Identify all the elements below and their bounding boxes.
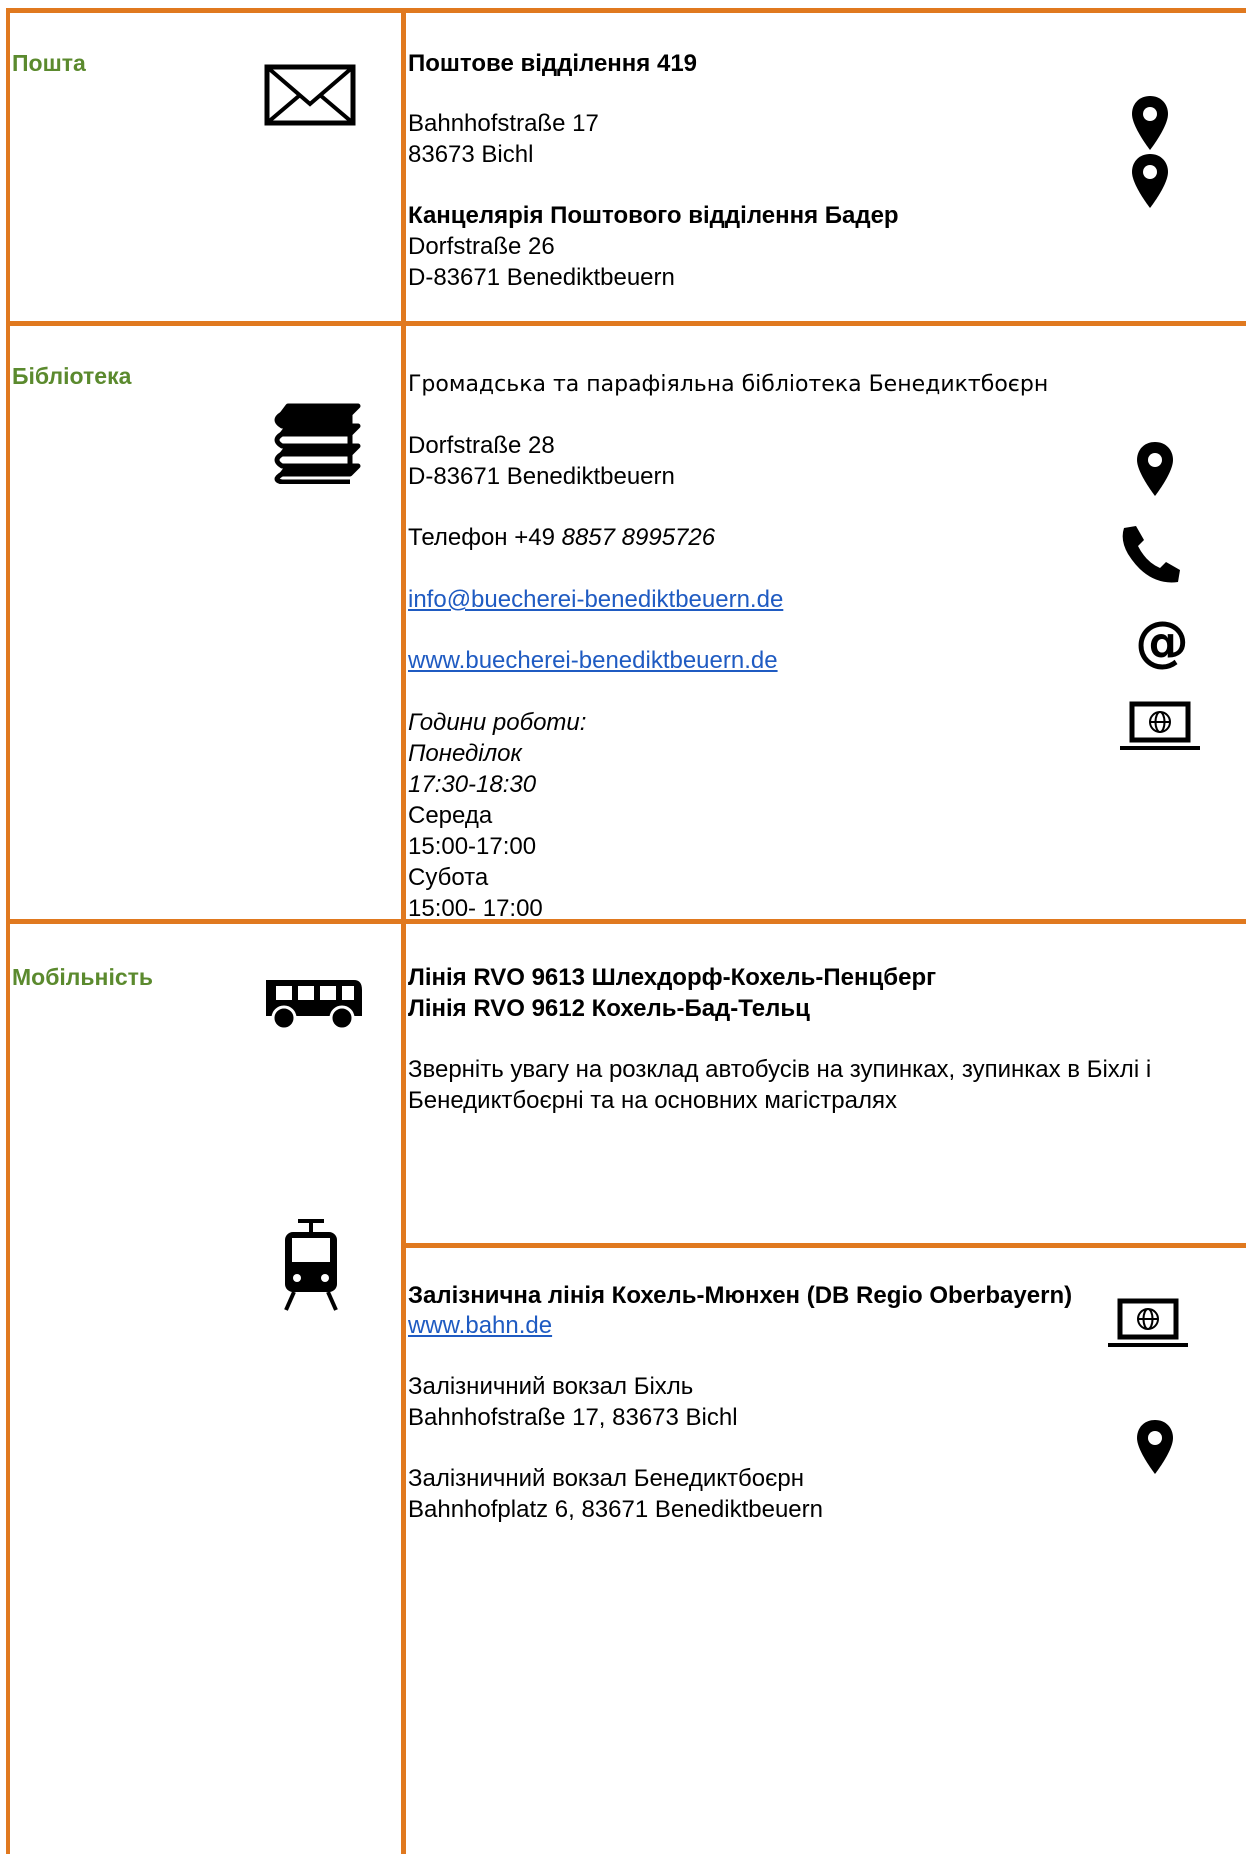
library-category-label: Бібліотека — [12, 363, 132, 389]
library-hours-label: Години роботи: — [408, 709, 587, 736]
rail-website-link[interactable]: www.bahn.de — [408, 1312, 552, 1339]
row-divider-post — [6, 321, 1246, 326]
at-sign-icon[interactable]: @ — [1134, 614, 1190, 670]
rail-title: Залізнична лінія Кохель-Мюнхен (DB Regio… — [408, 1282, 1073, 1309]
row-divider-library — [6, 919, 1246, 924]
phone-icon[interactable] — [1118, 524, 1184, 586]
map-pin-icon[interactable] — [1130, 94, 1170, 152]
station2-name: Залізничний вокзал Бенедиктбоєрн — [408, 1465, 804, 1492]
library-website-row: www.buecherei-benediktbeuern.de — [408, 645, 778, 676]
bus-icon — [266, 980, 362, 1031]
laptop-globe-icon[interactable] — [1118, 701, 1202, 755]
post-office-city: 83673 Bichl — [408, 141, 534, 168]
hours-time-saturday: 15:00- 17:00 — [408, 895, 543, 922]
map-pin-icon[interactable] — [1135, 440, 1175, 498]
station1-name: Залізничний вокзал Біхль — [408, 1373, 694, 1400]
laptop-globe-icon[interactable] — [1106, 1298, 1190, 1352]
station2-address: Bahnhofplatz 6, 83671 Benediktbeuern — [408, 1496, 823, 1523]
books-icon — [274, 403, 361, 484]
map-pin-icon[interactable] — [1130, 152, 1170, 210]
column-divider — [401, 8, 406, 1854]
envelope-icon — [264, 64, 356, 126]
library-phone-prefix: Телефон +49 — [408, 524, 562, 551]
post-category-label: Пошта — [12, 50, 86, 76]
tram-icon — [284, 1219, 338, 1311]
library-email-row: info@buecherei-benediktbeuern.de — [408, 584, 783, 615]
post-office-street: Bahnhofstraße 17 — [408, 110, 599, 137]
library-phone: Телефон +49 8857 8995726 — [408, 522, 715, 553]
post-agency-street: Dorfstraße 26 — [408, 233, 555, 260]
bus-note-line-2: Бенедиктбоєрні та на основних магістраля… — [408, 1087, 897, 1114]
map-pin-icon[interactable] — [1135, 1418, 1175, 1476]
post-office-title: Поштове відділення 419 — [408, 50, 698, 77]
hours-day-wednesday: Середа — [408, 802, 493, 829]
bus-line-1: Лінія RVO 9613 Шлехдорф-Кохель-Пенцберг — [408, 964, 937, 991]
hours-time-monday: 17:30-18:30 — [408, 771, 537, 798]
library-website-link[interactable]: www.buecherei-benediktbeuern.de — [408, 647, 778, 674]
rail-website-row: www.bahn.de — [408, 1310, 552, 1341]
hours-time-wednesday: 15:00-17:00 — [408, 833, 537, 860]
hours-day-monday: Понеділок — [408, 740, 522, 767]
library-street: Dorfstraße 28 — [408, 432, 555, 459]
svg-text:@: @ — [1135, 614, 1189, 670]
hours-day-saturday: Субота — [408, 864, 489, 891]
row-divider-bus — [406, 1243, 1246, 1248]
post-agency-title: Канцелярія Поштового відділення Бадер — [408, 202, 899, 229]
bus-note-line-1: Зверніть увагу на розклад автобусів на з… — [408, 1056, 1152, 1083]
bus-line-2: Лінія RVO 9612 Кохель-Бад-Тельц — [408, 995, 810, 1022]
mobility-category-label: Мобільність — [12, 964, 154, 990]
station1-address: Bahnhofstraße 17, 83673 Bichl — [408, 1404, 738, 1431]
library-phone-number: 8857 8995726 — [561, 524, 716, 551]
post-agency-city: D-83671 Benediktbeuern — [408, 264, 675, 291]
library-email-link[interactable]: info@buecherei-benediktbeuern.de — [408, 586, 783, 613]
library-city: D-83671 Benediktbeuern — [408, 463, 675, 490]
library-name: Громадська та парафіяльна бібліотека Бен… — [408, 372, 1049, 397]
